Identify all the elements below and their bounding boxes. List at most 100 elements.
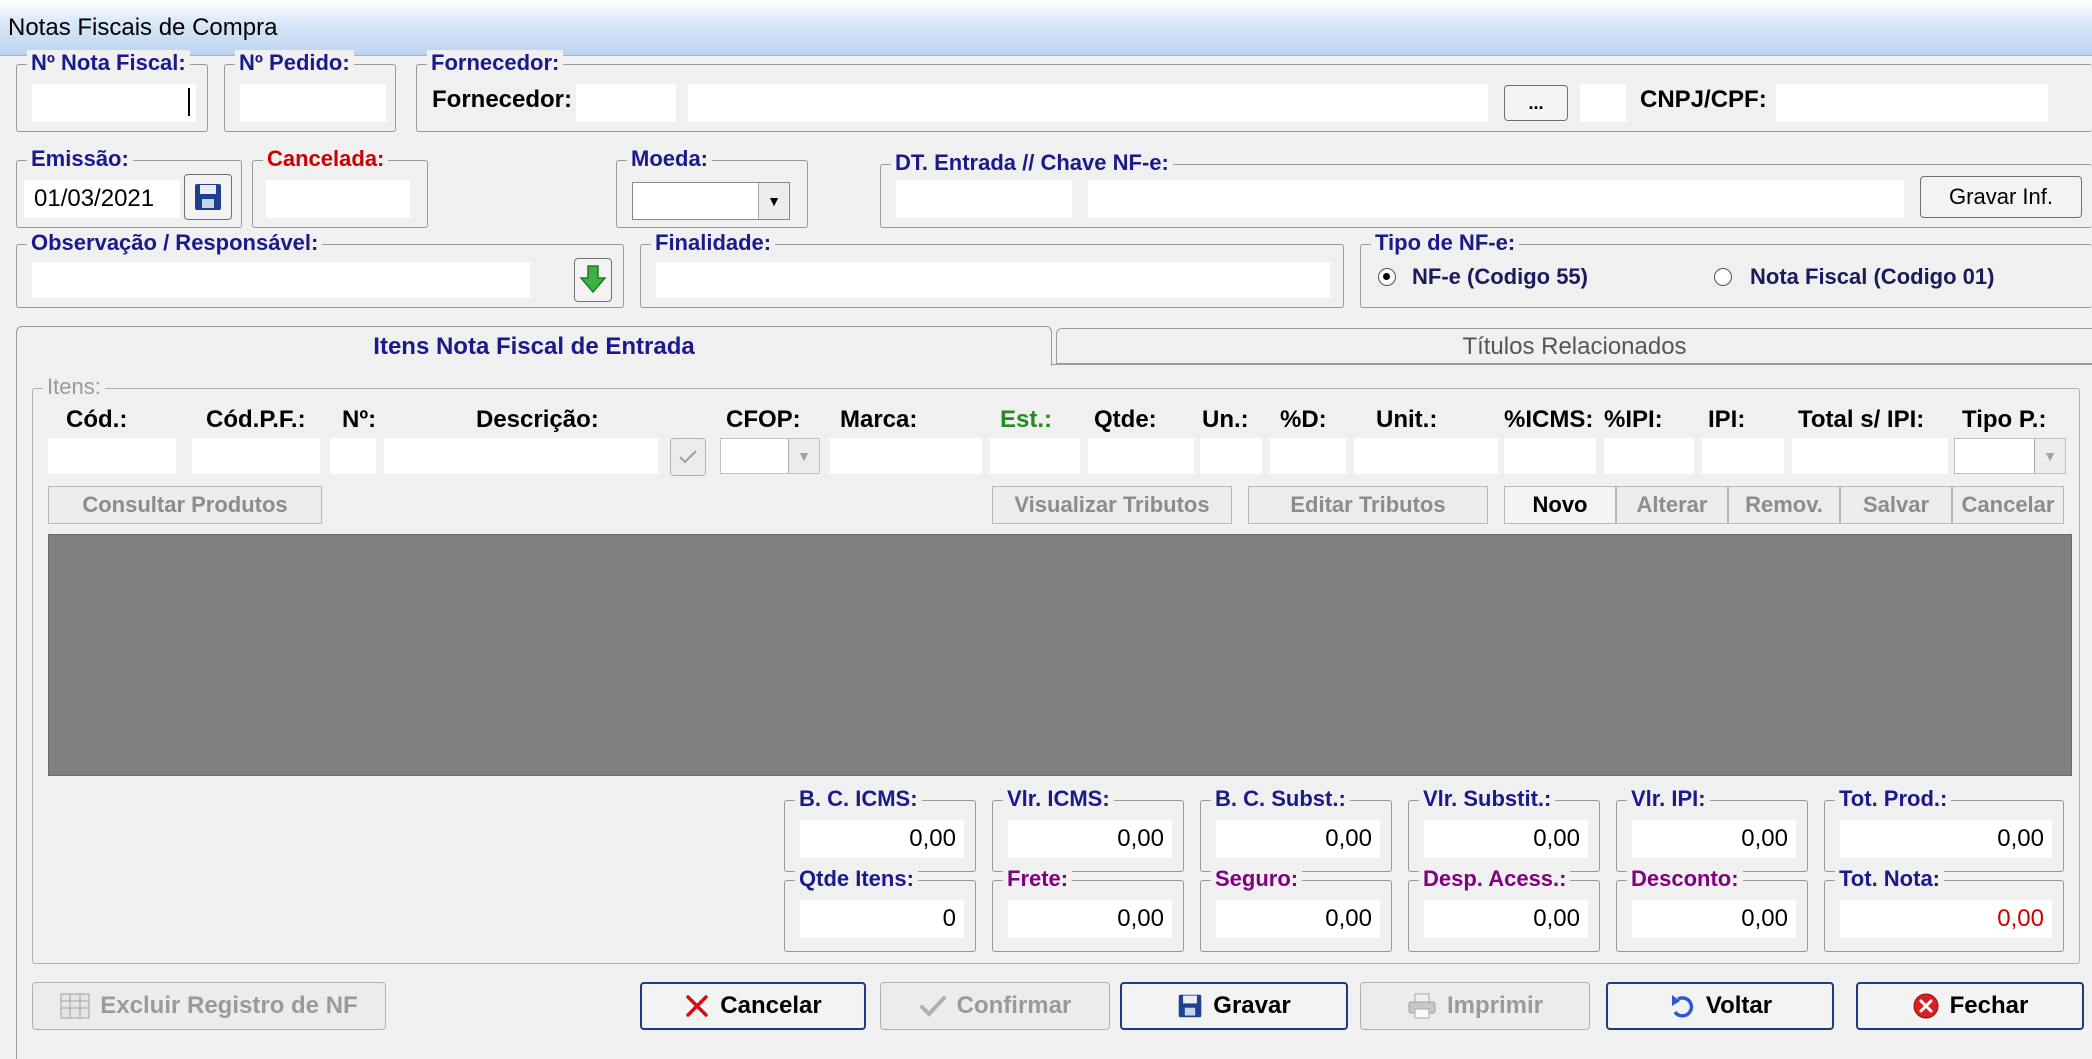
nota-fiscal-input[interactable] [32,84,196,122]
tipo-nfe-radio-01[interactable] [1714,268,1732,286]
tot-prod-label: Tot. Prod.: [1835,786,1952,812]
item-total-input[interactable] [1792,438,1948,474]
item-cfop-select[interactable]: ▼ [720,438,820,474]
item-un-input[interactable] [1200,438,1262,474]
col-codpf-label: Cód.P.F.: [206,406,306,433]
item-cod-input[interactable] [48,438,176,474]
col-total-label: Total s/ IPI: [1798,406,1925,433]
observacao-input[interactable] [32,262,530,298]
item-desconto-input[interactable] [1270,438,1346,474]
voltar-button[interactable]: Voltar [1606,982,1834,1030]
text-cursor [188,88,190,116]
moeda-select[interactable]: ▼ [632,182,790,220]
bc-subst-label: B. C. Subst.: [1211,786,1350,812]
tipo-nfe-radio-55[interactable] [1378,268,1396,286]
confirmar-button[interactable]: Confirmar [880,982,1110,1030]
consultar-produtos-button[interactable]: Consultar Produtos [48,486,322,524]
floppy-disk-icon [193,182,223,212]
salvar-button[interactable]: Salvar [1840,486,1952,524]
bc-icms-label: B. C. ICMS: [795,786,922,812]
vlr-ipi-value[interactable]: 0,00 [1632,820,1796,858]
tipo-nfe-option-01-label: Nota Fiscal (Codigo 01) [1750,264,1995,289]
item-codpf-input[interactable] [192,438,320,474]
observacao-legend: Observação / Responsável: [27,230,323,256]
fechar-label: Fechar [1949,992,2029,1019]
fornecedor-code-input[interactable] [576,84,676,122]
vlr-ipi-label: Vlr. IPI: [1627,786,1710,812]
fornecedor-name-input[interactable] [688,84,1488,122]
tab-itens[interactable]: Itens Nota Fiscal de Entrada [16,326,1052,366]
entrada-date-input[interactable] [896,180,1072,218]
item-ipi-pct-input[interactable] [1604,438,1694,474]
gravar-inf-button[interactable]: Gravar Inf. [1920,176,2082,218]
tot-nota-value[interactable]: 0,00 [1840,900,2052,938]
chevron-down-icon: ▼ [2034,439,2065,473]
item-icms-input[interactable] [1504,438,1596,474]
pedido-input[interactable] [240,84,386,122]
gravar-label: Gravar [1213,992,1291,1019]
tot-nota-label: Tot. Nota: [1835,866,1945,892]
item-descricao-input[interactable] [384,438,658,474]
check-list-icon [676,445,700,469]
desconto-value[interactable]: 0,00 [1632,900,1796,938]
item-qtde-input[interactable] [1088,438,1194,474]
col-numero-label: Nº: [342,406,377,433]
item-ipi-input[interactable] [1702,438,1784,474]
cancelar-button[interactable]: Cancelar [640,982,866,1030]
cnpj-input[interactable] [1776,84,2048,122]
voltar-label: Voltar [1705,992,1773,1019]
itens-grid[interactable] [48,534,2072,776]
tot-prod-value[interactable]: 0,00 [1840,820,2052,858]
fechar-button[interactable]: Fechar [1856,982,2084,1030]
qtde-itens-value[interactable]: 0 [800,900,964,938]
close-icon [684,993,710,1019]
imprimir-button[interactable]: Imprimir [1360,982,1590,1030]
vlr-icms-value[interactable]: 0,00 [1008,820,1172,858]
vlr-subst-value[interactable]: 0,00 [1424,820,1588,858]
col-marca-label: Marca: [840,406,918,433]
desp-acess-value[interactable]: 0,00 [1424,900,1588,938]
desconto-label: Desconto: [1627,866,1743,892]
gravar-button[interactable]: Gravar [1120,982,1348,1030]
alterar-button[interactable]: Alterar [1616,486,1728,524]
arrow-down-icon [579,264,607,296]
tipo-nfe-option-55-label: NF-e (Codigo 55) [1412,264,1588,289]
chave-nfe-input[interactable] [1088,180,1904,218]
cancelada-input[interactable] [266,180,410,218]
col-qtde-label: Qtde: [1094,406,1157,433]
cancelar-item-button[interactable]: Cancelar [1952,486,2064,524]
emissao-date-input[interactable]: 01/03/2021 [24,180,180,218]
bc-icms-value[interactable]: 0,00 [800,820,964,858]
item-numero-input[interactable] [330,438,376,474]
col-ipi-label: IPI: [1708,406,1746,433]
col-descricao-label: Descrição: [476,406,599,433]
excluir-registro-button[interactable]: Excluir Registro de NF [32,982,386,1030]
novo-button[interactable]: Novo [1504,486,1616,524]
item-est-input[interactable] [990,438,1080,474]
emissao-save-button[interactable] [184,174,232,220]
remover-button[interactable]: Remov. [1728,486,1840,524]
frete-value[interactable]: 0,00 [1008,900,1172,938]
bc-subst-value[interactable]: 0,00 [1216,820,1380,858]
seguro-value[interactable]: 0,00 [1216,900,1380,938]
tab-titulos[interactable]: Títulos Relacionados [1056,328,2092,364]
finalidade-input[interactable] [656,262,1330,298]
col-desconto-label: %D: [1280,406,1327,433]
item-tipo-select[interactable]: ▼ [1954,438,2066,474]
col-un-label: Un.: [1202,406,1249,433]
fornecedor-extra-input[interactable] [1580,84,1626,122]
tipo-nfe-legend: Tipo de NF-e: [1371,230,1520,256]
col-est-label: Est.: [1000,406,1053,433]
frete-label: Frete: [1003,866,1073,892]
col-cod-label: Cód.: [66,406,128,433]
observacao-action-button[interactable] [574,258,612,302]
item-descricao-lookup-button[interactable] [670,438,706,476]
visualizar-tributos-button[interactable]: Visualizar Tributos [992,486,1232,524]
qtde-itens-label: Qtde Itens: [795,866,918,892]
floppy-disk-icon [1177,993,1203,1019]
item-marca-input[interactable] [830,438,982,474]
editar-tributos-button[interactable]: Editar Tributos [1248,486,1488,524]
fornecedor-browse-button[interactable]: ... [1504,85,1568,121]
item-unit-input[interactable] [1354,438,1498,474]
cancelar-label: Cancelar [720,992,822,1019]
